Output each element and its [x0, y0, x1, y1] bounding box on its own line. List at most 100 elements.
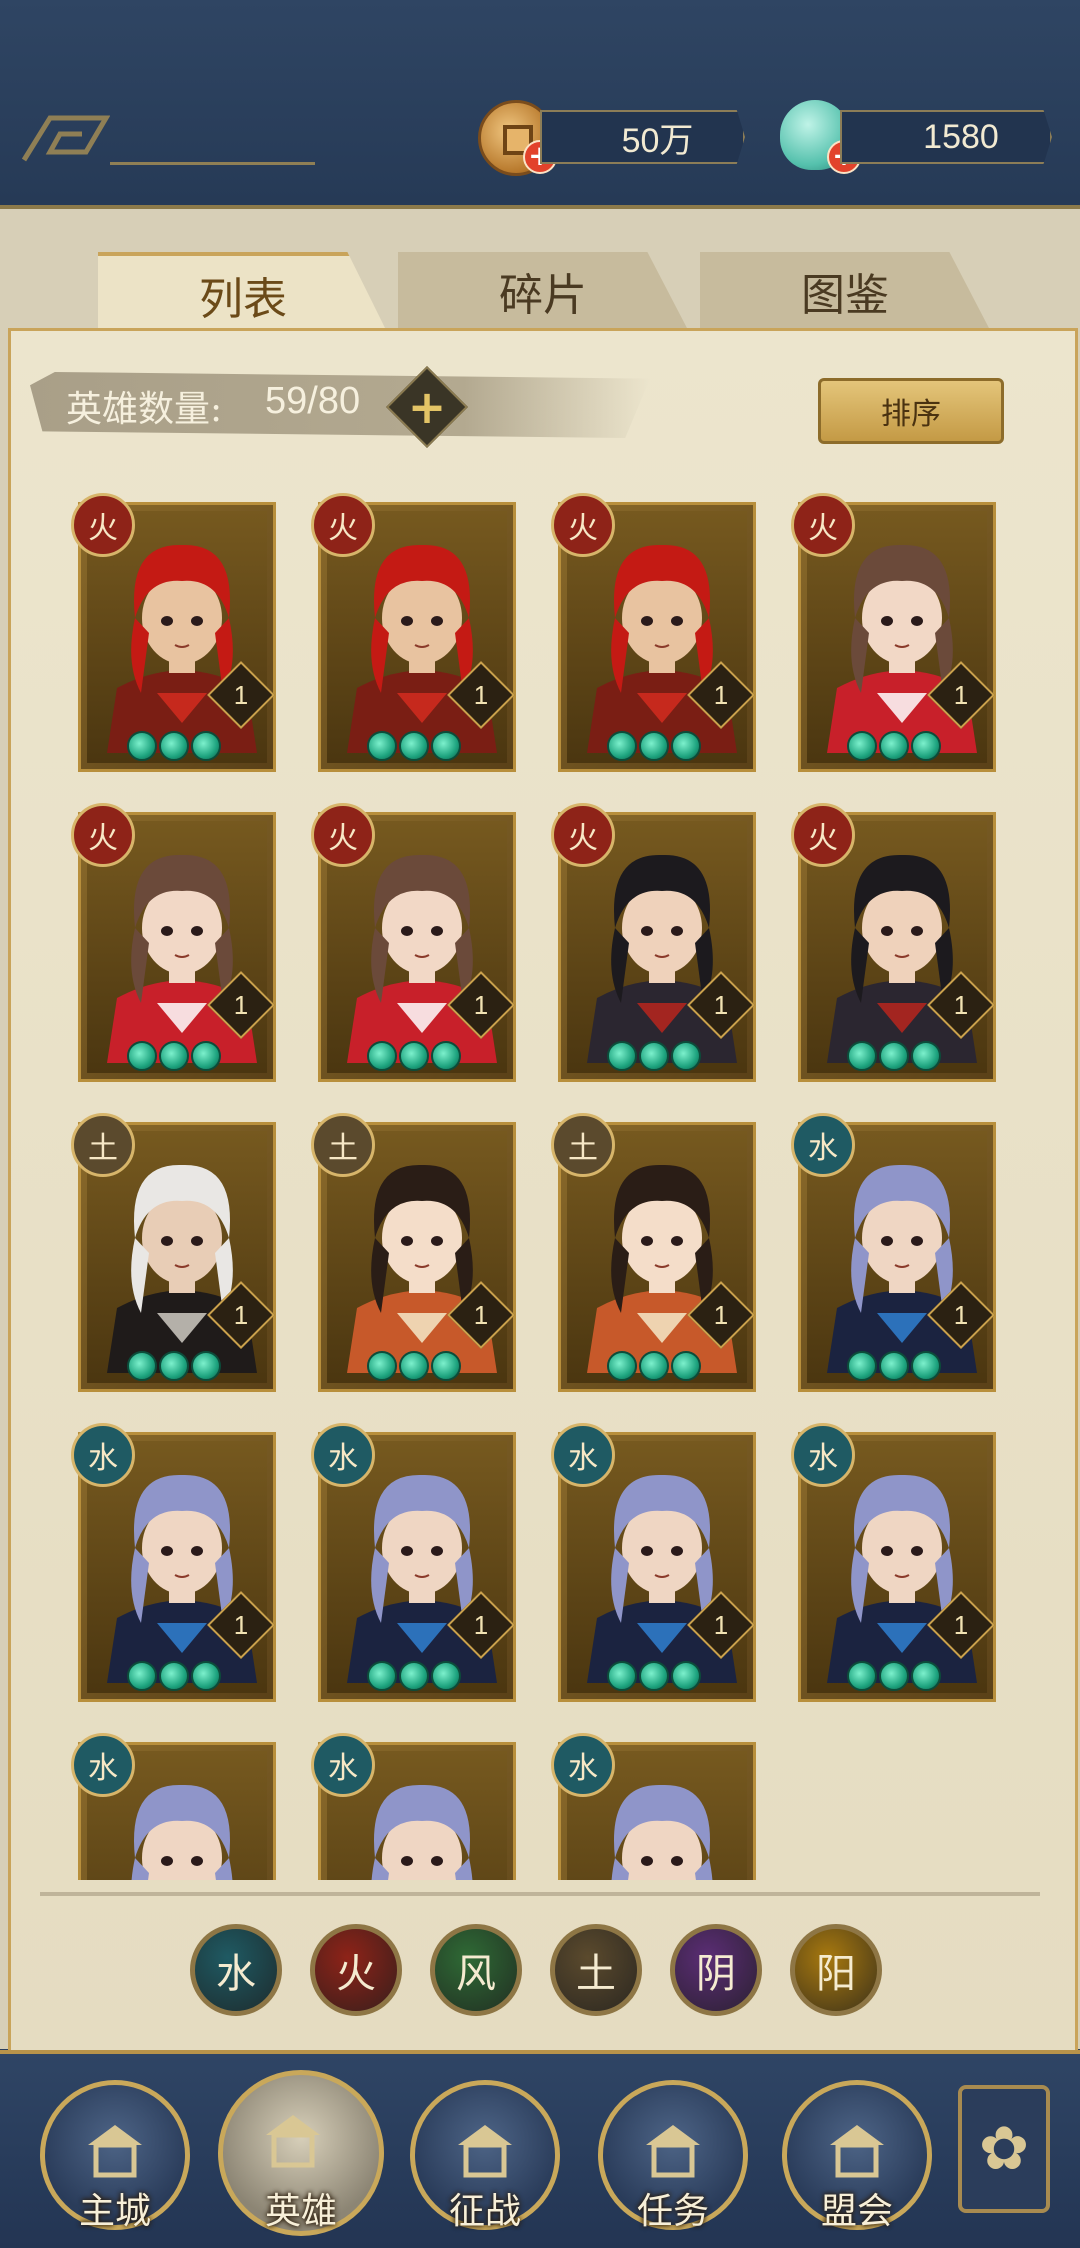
level-value: 1: [473, 990, 489, 1020]
hero-card[interactable]: 水1: [791, 1113, 996, 1392]
hero-icon: [266, 2115, 320, 2168]
jade-star-icon: [159, 1041, 189, 1071]
star-rating: [607, 1041, 701, 1071]
level-value: 1: [473, 680, 489, 710]
level-value: 1: [473, 1300, 489, 1330]
element-filter-button[interactable]: 风: [430, 1924, 522, 2016]
shell-amount: 1580: [840, 110, 1052, 164]
tab-list[interactable]: 列表: [98, 252, 388, 334]
jade-star-icon: [879, 1351, 909, 1381]
jade-star-icon: [607, 1041, 637, 1071]
level-value: 1: [953, 1610, 969, 1640]
hero-card[interactable]: 火1: [311, 803, 516, 1082]
nav-label: 主城: [78, 2191, 151, 2232]
hero-card[interactable]: 火1: [791, 803, 996, 1082]
hero-card[interactable]: 土1: [551, 1113, 756, 1392]
jade-star-icon: [671, 1041, 701, 1071]
element-filter-button[interactable]: 土: [550, 1924, 642, 2016]
jade-star-icon: [191, 1041, 221, 1071]
level-value: 1: [233, 1610, 249, 1640]
hero-card[interactable]: 水: [551, 1733, 756, 1880]
jade-star-icon: [911, 1351, 941, 1381]
jade-star-icon: [671, 1351, 701, 1381]
element-filter-button[interactable]: 阳: [790, 1924, 882, 2016]
hero-card[interactable]: 水1: [551, 1423, 756, 1702]
plus-icon: +: [407, 380, 447, 434]
star-rating: [847, 1351, 941, 1381]
nav-label: 征战: [448, 2191, 521, 2232]
jade-star-icon: [639, 1351, 669, 1381]
jade-star-icon: [639, 731, 669, 761]
hero-card[interactable]: 水1: [71, 1423, 276, 1702]
level-value: 1: [473, 1610, 489, 1640]
hero-card[interactable]: 水: [71, 1733, 276, 1880]
star-rating: [127, 1351, 221, 1381]
element-filter-button[interactable]: 水: [190, 1924, 282, 2016]
element-badge-icon: 水: [311, 1733, 375, 1797]
castle-icon: [88, 2125, 142, 2178]
sort-button[interactable]: 排序: [818, 378, 1004, 444]
hero-card[interactable]: 火1: [551, 803, 756, 1082]
ornament-line: [110, 162, 315, 165]
tab-fragments[interactable]: 碎片: [398, 252, 688, 330]
hero-card[interactable]: 火1: [71, 493, 276, 772]
jade-star-icon: [847, 1041, 877, 1071]
menu-icon[interactable]: ✿: [958, 2085, 1050, 2213]
hero-count-label: 英雄数量:: [66, 389, 223, 430]
element-filter-row: 水火风土阴阳: [190, 1924, 882, 2016]
element-badge-icon: 水: [551, 1733, 615, 1797]
jade-star-icon: [127, 1041, 157, 1071]
element-badge-icon: 土: [551, 1113, 615, 1177]
jade-star-icon: [431, 1351, 461, 1381]
jade-star-icon: [399, 1661, 429, 1691]
task-icon: [646, 2125, 700, 2178]
jade-star-icon: [399, 731, 429, 761]
star-rating: [607, 731, 701, 761]
nav-label: 英雄: [264, 2191, 337, 2232]
element-badge-icon: 水: [71, 1423, 135, 1487]
coin-amount: 50万: [540, 110, 745, 164]
element-filter-button[interactable]: 火: [310, 1924, 402, 2016]
star-rating: [847, 731, 941, 761]
jade-star-icon: [191, 731, 221, 761]
hero-card[interactable]: 水1: [311, 1423, 516, 1702]
element-badge-icon: 水: [71, 1733, 135, 1797]
jade-star-icon: [367, 1351, 397, 1381]
hero-card[interactable]: 水: [311, 1733, 516, 1880]
hero-card[interactable]: 土1: [311, 1113, 516, 1392]
hero-count-value: 59/80: [265, 380, 361, 422]
hero-card[interactable]: 火1: [311, 493, 516, 772]
element-badge-icon: 火: [791, 493, 855, 557]
hero-card[interactable]: 土1: [71, 1113, 276, 1392]
divider: [40, 1892, 1040, 1896]
star-rating: [127, 731, 221, 761]
tab-collection[interactable]: 图鉴: [700, 252, 990, 330]
nav-label: 盟会: [820, 2191, 893, 2232]
level-value: 1: [713, 990, 729, 1020]
element-badge-icon: 水: [311, 1423, 375, 1487]
jade-star-icon: [159, 1661, 189, 1691]
hero-card[interactable]: 火1: [71, 803, 276, 1082]
level-value: 1: [713, 1300, 729, 1330]
level-value: 1: [953, 990, 969, 1020]
star-rating: [847, 1041, 941, 1071]
hero-card[interactable]: 火1: [551, 493, 756, 772]
element-badge-icon: 火: [311, 493, 375, 557]
element-filter-button[interactable]: 阴: [670, 1924, 762, 2016]
jade-star-icon: [431, 1041, 461, 1071]
jade-star-icon: [911, 1041, 941, 1071]
level-value: 1: [233, 1300, 249, 1330]
element-badge-icon: 水: [791, 1423, 855, 1487]
jade-star-icon: [911, 731, 941, 761]
element-badge-icon: 火: [551, 493, 615, 557]
element-badge-icon: 土: [71, 1113, 135, 1177]
jade-star-icon: [399, 1351, 429, 1381]
nav-label: 任务: [636, 2191, 709, 2232]
jade-star-icon: [127, 1351, 157, 1381]
jade-star-icon: [639, 1041, 669, 1071]
hero-card[interactable]: 火1: [791, 493, 996, 772]
hero-card[interactable]: 水1: [791, 1423, 996, 1702]
star-rating: [367, 1041, 461, 1071]
jade-star-icon: [367, 1661, 397, 1691]
level-value: 1: [713, 1610, 729, 1640]
